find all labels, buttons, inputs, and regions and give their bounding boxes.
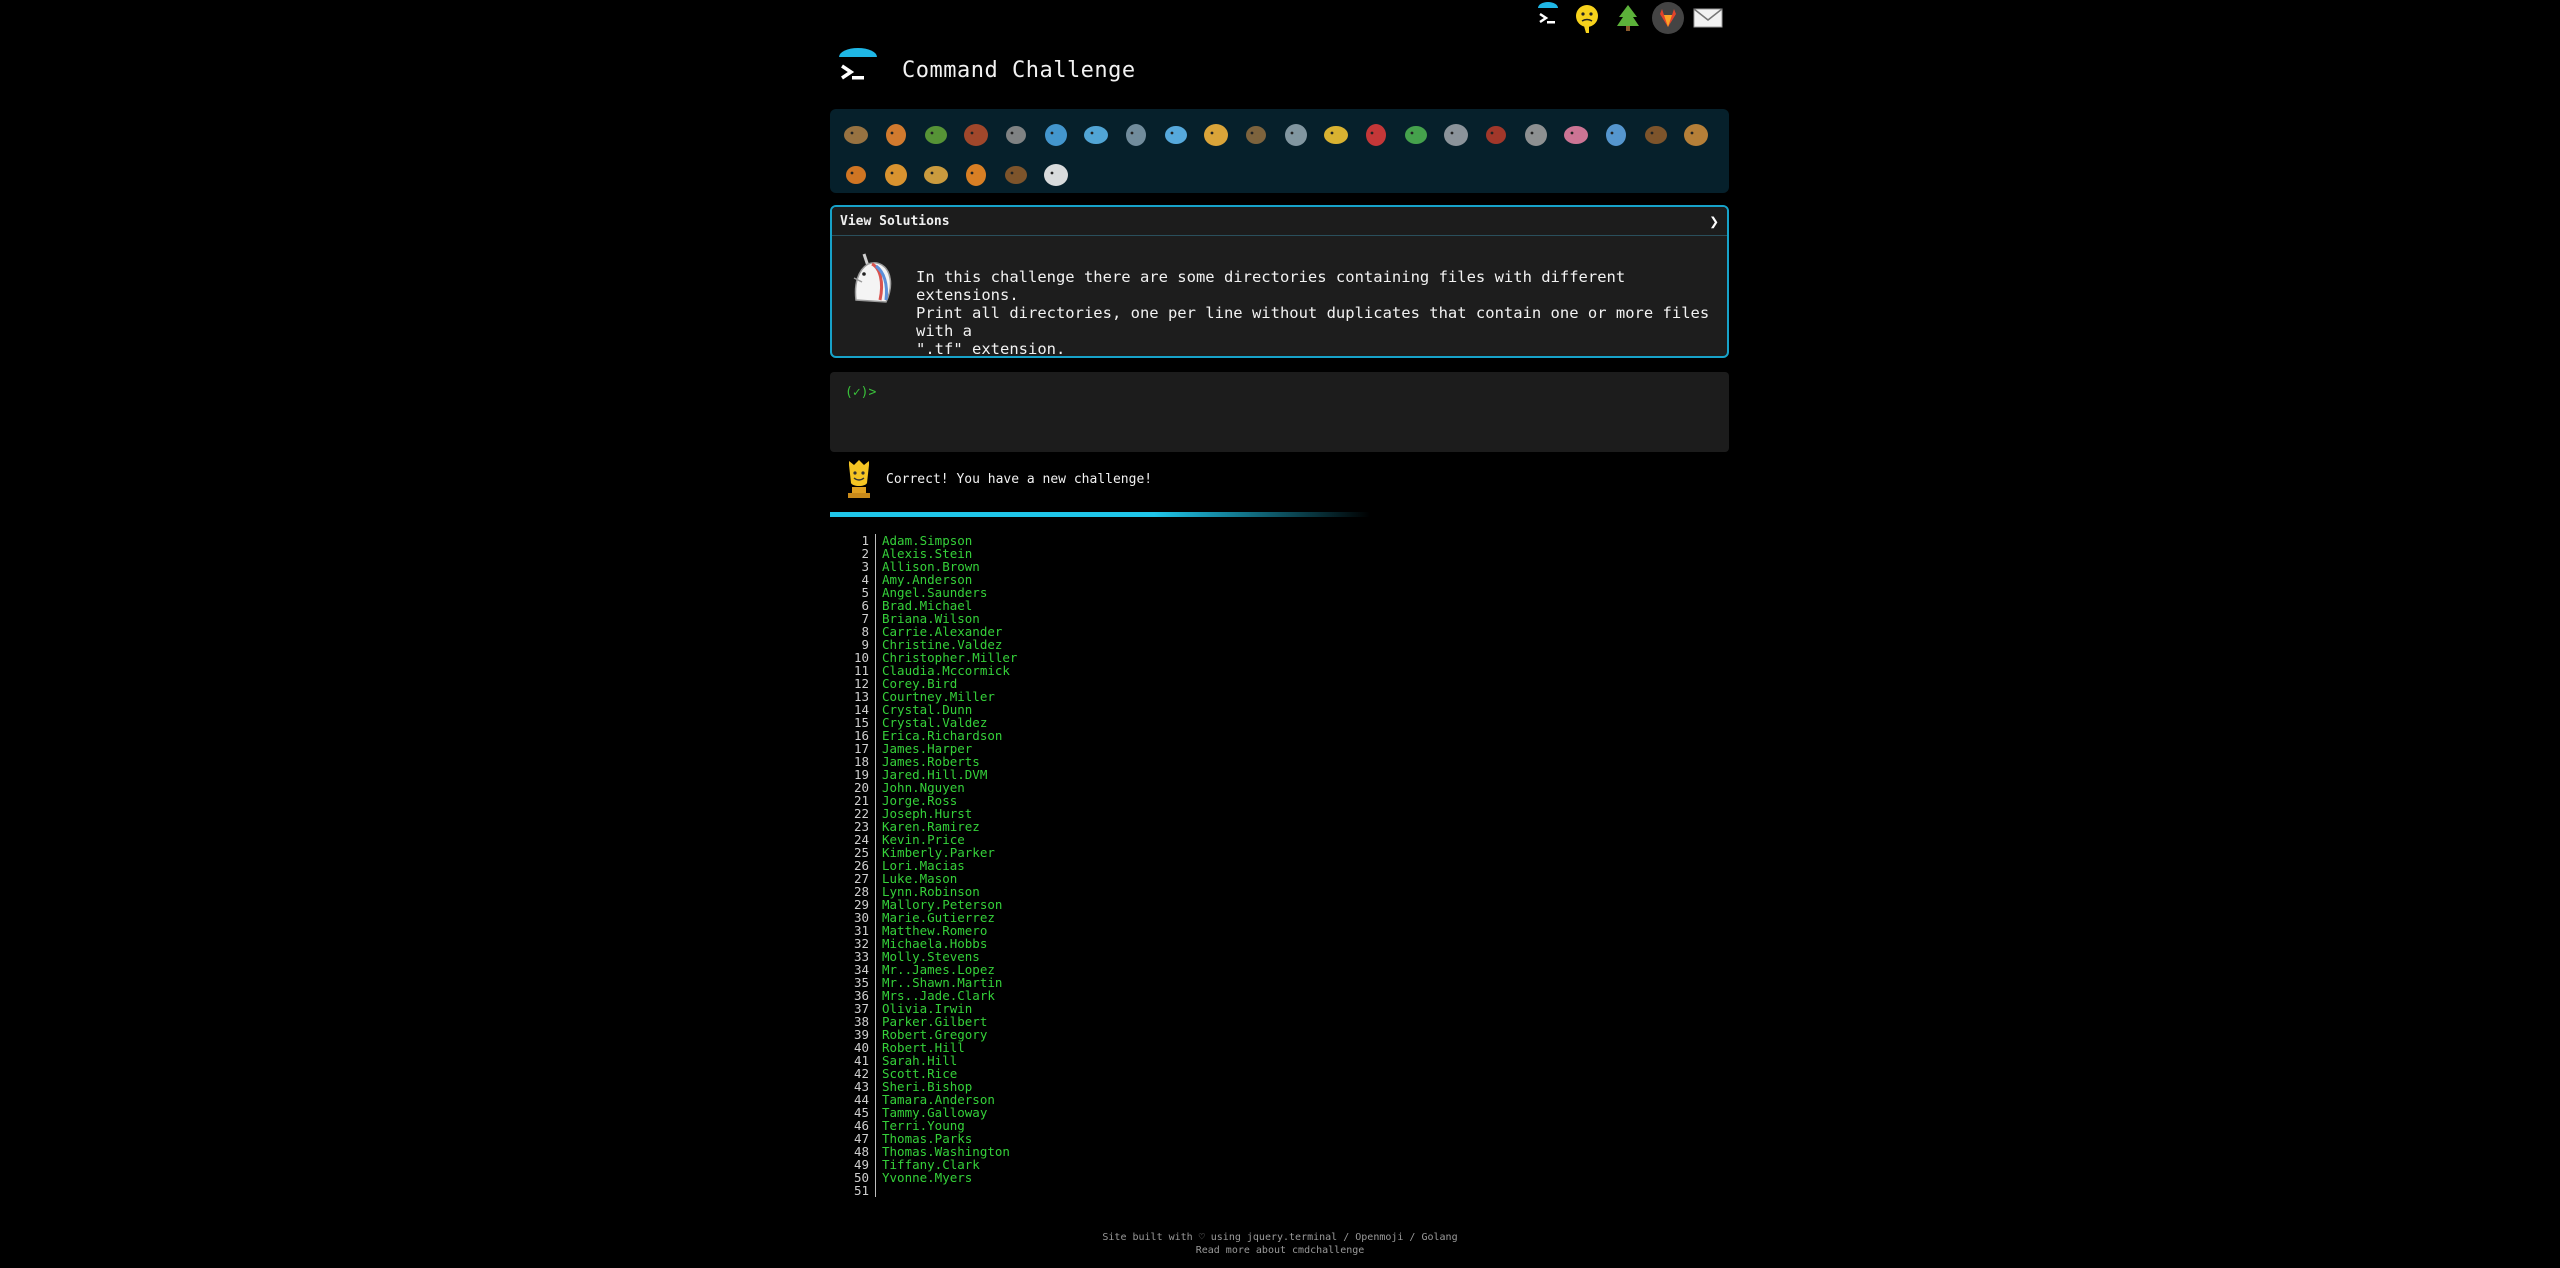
line-number: 3 [840, 560, 876, 573]
dolphin-badge[interactable] [1076, 114, 1116, 154]
cmd-challenge-logo-icon[interactable] [836, 48, 880, 92]
output-list: 1 Adam.Simpson 2 Alexis.Stein 3 Allison.Brown… [840, 534, 1017, 1197]
unicorn-badge[interactable] [1036, 154, 1076, 194]
snail-badge[interactable] [836, 114, 876, 154]
terminal[interactable]: (✓)> [830, 372, 1729, 452]
wolf-badge[interactable] [1276, 114, 1316, 154]
caterpillar-badge[interactable] [1396, 114, 1436, 154]
dog-badge[interactable] [1676, 114, 1716, 154]
line-number: 5 [840, 586, 876, 599]
fox-badge[interactable] [836, 154, 876, 194]
cmd-challenge-icon[interactable] [1530, 0, 1566, 36]
footer-credits[interactable]: Site built with ♡ using jquery.terminal … [0, 1231, 2560, 1244]
butterfly-badge[interactable] [876, 114, 916, 154]
microbe-badge[interactable] [1596, 114, 1636, 154]
page-title: Command Challenge [902, 57, 1136, 83]
challenge-panel: View Solutions ❯ In this challenge there… [830, 205, 1729, 358]
tree-icon[interactable] [1610, 0, 1646, 36]
ladybug-badge[interactable] [1356, 114, 1396, 154]
trophy-icon [842, 459, 876, 499]
ant-badge[interactable] [1476, 114, 1516, 154]
footer: Site built with ♡ using jquery.terminal … [0, 1231, 2560, 1257]
view-solutions-toggle[interactable]: View Solutions ❯ [832, 207, 1727, 236]
horse-badge[interactable] [996, 154, 1036, 194]
monkey-badge[interactable] [1636, 114, 1676, 154]
success-message: Correct! You have a new challenge! [886, 471, 1153, 487]
cat-badge[interactable] [876, 154, 916, 194]
worm-badge[interactable] [1556, 114, 1596, 154]
lion-badge[interactable] [916, 154, 956, 194]
progress-bar [830, 512, 1370, 517]
line-number: 1 [840, 534, 876, 547]
chevron-right-icon: ❯ [1709, 211, 1719, 231]
fish-badge[interactable] [1156, 114, 1196, 154]
success-banner: Correct! You have a new challenge! [842, 459, 1152, 499]
top-icon-bar [1530, 0, 1726, 36]
whale-badge[interactable] [1036, 114, 1076, 154]
tropical-fish-badge[interactable] [1196, 114, 1236, 154]
directory-name [876, 1184, 882, 1197]
line-number: 51 [840, 1184, 876, 1197]
gear-badge[interactable] [996, 114, 1036, 154]
challenge-body: In this challenge there are some directo… [832, 236, 1727, 370]
line-number: 6 [840, 599, 876, 612]
bee-badge[interactable] [1316, 114, 1356, 154]
footer-read-more-link[interactable]: Read more about cmdchallenge [0, 1244, 2560, 1257]
snake-badge[interactable] [916, 114, 956, 154]
directory-name: Yvonne.Myers [882, 1170, 973, 1185]
list-item: 51 [840, 1184, 1017, 1197]
turtle-shell-badge[interactable] [1236, 114, 1276, 154]
pin-badge[interactable] [1436, 114, 1476, 154]
gitlab-icon[interactable] [1650, 0, 1686, 36]
line-number: 8 [840, 625, 876, 638]
line-number: 4 [840, 573, 876, 586]
challenge-description: In this challenge there are some directo… [916, 268, 1710, 358]
match-badge[interactable] [956, 114, 996, 154]
moth-badge[interactable] [1516, 114, 1556, 154]
site-header: Command Challenge [836, 48, 1136, 92]
view-solutions-label: View Solutions [840, 213, 950, 229]
terminal-prompt[interactable]: (✓)> [845, 385, 876, 400]
hint-face-icon[interactable] [1570, 0, 1606, 36]
page: Command Challenge View Solutions ❯ In th… [0, 0, 2560, 1268]
line-number: 7 [840, 612, 876, 625]
tiger-badge[interactable] [956, 154, 996, 194]
shark-badge[interactable] [1116, 114, 1156, 154]
line-number: 2 [840, 547, 876, 560]
challenge-badges [830, 109, 1729, 193]
unicorn-icon [842, 248, 900, 306]
mail-icon[interactable] [1690, 0, 1726, 36]
